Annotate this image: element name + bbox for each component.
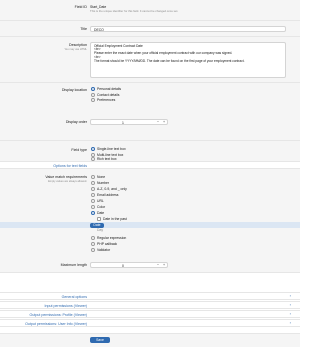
value-match-option-date[interactable]: Date: [91, 211, 104, 216]
save-button[interactable]: Save: [90, 337, 110, 343]
field-type-label: Field type: [71, 148, 87, 152]
field-id-label: Field ID: [74, 5, 87, 9]
plus-icon[interactable]: +: [161, 262, 167, 268]
section-title: Input permissions (Viewer): [44, 303, 87, 308]
page: Field ID Start_Date This is the unique i…: [0, 0, 300, 347]
radio-selected-icon: [91, 87, 95, 92]
max-length-value: 0: [122, 263, 124, 268]
radio-icon: [91, 205, 95, 210]
field-type-row: Field type: [0, 141, 300, 162]
radio-icon: [91, 242, 95, 247]
display-order-value: 1: [122, 120, 124, 125]
field-type-option-single[interactable]: Single-line text box: [91, 147, 126, 152]
options-section-title: Options for text fields: [53, 163, 87, 168]
value-match-option-number[interactable]: Number: [91, 181, 109, 186]
section-output-profile[interactable]: Output permissions: Profile (Viewer) ›: [0, 310, 300, 318]
chevron-right-icon: ›: [289, 302, 291, 307]
radio-icon: [91, 236, 95, 241]
value-match-option-validator[interactable]: Validator: [91, 248, 110, 253]
value-match-option-php-callback[interactable]: PHP callback: [91, 242, 117, 247]
value-match-option-alphanumeric[interactable]: A-Z, 0-9, and _ only: [91, 187, 127, 192]
value-match-option-url[interactable]: URL: [91, 199, 104, 204]
description-sublabel: You may use HTML: [64, 48, 87, 51]
value-match-option-none[interactable]: None: [91, 175, 105, 180]
radio-selected-icon: [91, 147, 95, 152]
description-label: Description: [69, 43, 87, 47]
title-row: Title DECO: [0, 21, 300, 37]
radio-selected-icon: [91, 211, 95, 216]
section-input-permissions[interactable]: Input permissions (Viewer) ›: [0, 301, 300, 309]
description-textarea[interactable]: Official Employment Contract Date <br> P…: [90, 42, 286, 78]
radio-icon: [91, 199, 95, 204]
max-length-label: Maximum length: [60, 263, 87, 267]
value-match-option-regex[interactable]: Regular expression: [91, 236, 126, 241]
display-order-stepper[interactable]: 1 − +: [90, 118, 168, 125]
value-match-option-color[interactable]: Color: [91, 205, 105, 210]
save-button-label: Save: [96, 337, 104, 342]
max-length-stepper[interactable]: 0 − +: [90, 261, 168, 268]
radio-icon: [91, 187, 95, 192]
form-footer: Save: [0, 333, 300, 347]
title-input[interactable]: DECO: [90, 25, 286, 32]
radio-icon: [91, 98, 95, 103]
value-match-row: Value match requirements Empty values ar…: [0, 169, 300, 273]
plus-icon[interactable]: +: [161, 119, 167, 125]
display-location-option-contact[interactable]: Contact details: [91, 93, 119, 97]
radio-icon: [91, 152, 95, 157]
chevron-right-icon: ›: [289, 293, 291, 298]
chevron-right-icon: ›: [289, 320, 291, 325]
section-title: Output permissions: Profile (Viewer): [29, 312, 87, 317]
options-section-header[interactable]: Options for text fields: [0, 161, 300, 169]
radio-icon: [91, 193, 95, 198]
checkbox-icon: [97, 217, 101, 222]
date-selector[interactable]: Date: [0, 222, 300, 228]
date-in-past-checkbox[interactable]: Date in the past: [97, 217, 127, 222]
date-dropdown-option-day[interactable]: Day: [97, 228, 103, 232]
field-id-row: Field ID Start_Date This is the unique i…: [0, 0, 300, 21]
section-general-options[interactable]: General options ›: [0, 292, 300, 300]
display-location-row: Display location: [0, 83, 300, 141]
value-match-option-email[interactable]: Email address: [91, 193, 118, 198]
radio-icon: [91, 248, 95, 253]
date-selector-button[interactable]: Date: [90, 222, 104, 228]
display-order-label: Display order: [65, 120, 87, 124]
display-location-label: Display location: [61, 88, 87, 92]
section-title: Output permissions: User Info (Viewer): [25, 321, 87, 326]
section-output-user-info[interactable]: Output permissions: User Info (Viewer) ›: [0, 319, 300, 327]
display-location-option-preferences[interactable]: Preferences: [91, 98, 115, 103]
radio-icon: [91, 175, 95, 180]
section-title: General options: [61, 294, 87, 299]
title-label: Title: [80, 27, 87, 31]
radio-icon: [91, 92, 95, 97]
field-type-option-multi[interactable]: Multi-line text box: [91, 153, 123, 157]
chevron-right-icon: ›: [289, 311, 291, 316]
display-location-option-personal[interactable]: Personal details: [91, 87, 121, 92]
value-match-sublabel: Empty values are always allowed.: [48, 179, 87, 183]
radio-icon: [91, 181, 95, 186]
field-id-hint: This is the unique identifier for this f…: [90, 9, 179, 13]
